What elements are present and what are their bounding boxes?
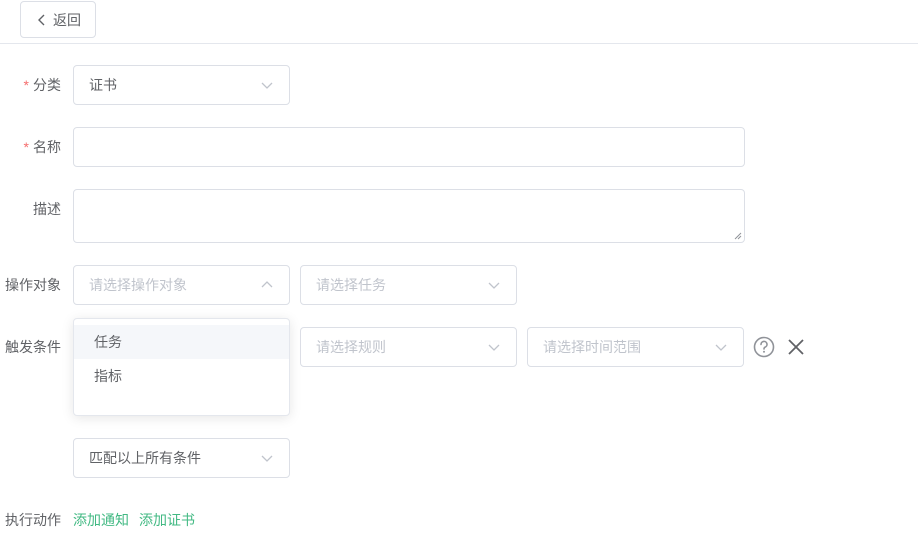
resize-handle-icon[interactable] (734, 232, 742, 240)
time-range-select[interactable]: 请选择时间范围 (527, 327, 744, 367)
task-select-placeholder: 请选择任务 (316, 277, 386, 293)
category-select-value: 证书 (89, 77, 117, 93)
dropdown-option-task[interactable]: 任务 (74, 325, 289, 359)
back-button-label: 返回 (53, 11, 81, 28)
add-notice-link[interactable]: 添加通知 (73, 510, 129, 530)
chevron-down-icon (488, 344, 500, 351)
operation-target-dropdown: 任务 指标 (73, 318, 290, 416)
time-range-placeholder: 请选择时间范围 (543, 339, 641, 355)
chevron-up-icon (261, 281, 273, 288)
rule-select[interactable]: 请选择规则 (300, 327, 517, 367)
description-textarea[interactable] (73, 189, 745, 243)
actions-label: 执行动作 (5, 512, 61, 528)
remove-condition-button[interactable] (785, 336, 807, 358)
name-label: * 名称 (23, 139, 61, 155)
question-circle-icon (753, 336, 775, 358)
back-button[interactable]: 返回 (20, 1, 96, 38)
trigger-label: 触发条件 (5, 339, 61, 355)
category-select[interactable]: 证书 (73, 65, 290, 105)
add-cert-link[interactable]: 添加证书 (139, 510, 195, 530)
top-bar: 返回 (0, 0, 918, 44)
required-mark: * (23, 139, 29, 155)
name-input[interactable] (73, 127, 745, 167)
chevron-down-icon (488, 282, 500, 289)
description-label: 描述 (33, 201, 61, 217)
operation-target-placeholder: 请选择操作对象 (89, 277, 187, 293)
chevron-down-icon (261, 82, 273, 89)
help-button[interactable] (752, 335, 776, 359)
chevron-down-icon (261, 455, 273, 462)
match-select[interactable]: 匹配以上所有条件 (73, 438, 290, 478)
match-select-value: 匹配以上所有条件 (89, 450, 201, 466)
category-label: * 分类 (23, 77, 61, 93)
task-select[interactable]: 请选择任务 (300, 265, 517, 305)
required-mark: * (23, 77, 29, 93)
operation-target-label: 操作对象 (5, 277, 61, 293)
dropdown-option-metric[interactable]: 指标 (74, 359, 289, 393)
chevron-left-icon (38, 14, 45, 25)
chevron-down-icon (715, 344, 727, 351)
rule-select-placeholder: 请选择规则 (316, 339, 386, 355)
close-icon (788, 339, 804, 355)
operation-target-select[interactable]: 请选择操作对象 (73, 265, 290, 305)
